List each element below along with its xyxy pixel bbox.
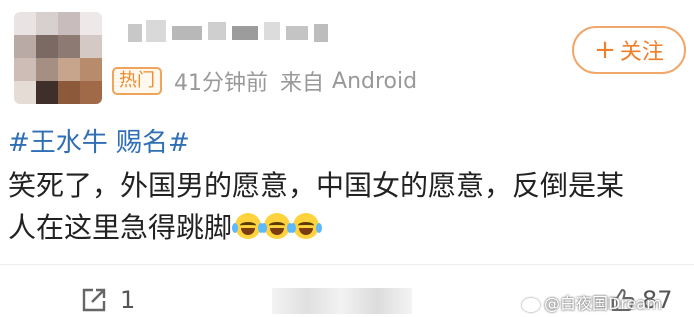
repost-icon <box>82 288 106 312</box>
blur-block <box>314 24 328 42</box>
follow-label: 关注 <box>619 40 664 65</box>
hot-badge: 热门 <box>112 67 162 95</box>
username-blurred[interactable] <box>128 18 328 50</box>
avatar-pixel <box>80 58 102 81</box>
repost-count: 1 <box>120 286 136 314</box>
avatar-pixel <box>80 35 102 58</box>
avatar-pixel <box>14 81 36 104</box>
laugh-cry-emoji-icon <box>232 213 265 239</box>
avatar-pixel <box>36 58 58 81</box>
avatar-pixel <box>36 12 58 35</box>
avatar-pixel <box>36 35 58 58</box>
follow-button[interactable]: + 关注 <box>572 26 686 74</box>
watermark-text: @白夜国Dream <box>544 294 662 313</box>
avatar-pixel <box>58 12 80 35</box>
blur-block <box>172 26 202 40</box>
post-time: 41分钟前 <box>174 71 268 96</box>
blur-block <box>264 22 280 40</box>
avatar-pixel <box>36 81 58 104</box>
topic-link[interactable]: #王水牛 赐名# <box>8 122 190 159</box>
weibo-logo-icon <box>522 297 540 312</box>
watermark: @白夜国Dream <box>522 290 662 314</box>
source-prefix: 来自 <box>280 71 325 96</box>
blur-block <box>208 22 226 40</box>
post-text-line-1: 笑死了，外国男的愿意，中国女的愿意，反倒是某 <box>8 169 625 202</box>
avatar-pixel <box>58 58 80 81</box>
blur-block <box>286 26 308 40</box>
avatar[interactable] <box>14 12 102 104</box>
post-meta: 热门 41分钟前 来自 Android <box>112 64 417 98</box>
laugh-cry-emoji-icon <box>261 213 294 239</box>
avatar-pixel <box>58 35 80 58</box>
post-text-line-2-row: 人在这里急得跳脚 <box>8 206 692 246</box>
post-text-line-2: 人在这里急得跳脚 <box>8 211 233 244</box>
avatar-pixel <box>14 12 36 35</box>
blur-block <box>128 24 142 42</box>
source-app: Android <box>332 68 418 94</box>
laugh-cry-emoji-icon <box>290 213 323 239</box>
plus-icon: + <box>594 35 616 65</box>
blur-block <box>146 20 166 42</box>
avatar-pixel <box>14 35 36 58</box>
divider <box>0 264 694 265</box>
comment-blurred[interactable] <box>272 288 412 314</box>
repost-button[interactable]: 1 <box>80 286 135 314</box>
avatar-pixel <box>80 12 102 35</box>
avatar-pixel <box>14 58 36 81</box>
avatar-pixel <box>80 81 102 104</box>
avatar-pixel <box>58 81 80 104</box>
blur-block <box>232 26 258 40</box>
